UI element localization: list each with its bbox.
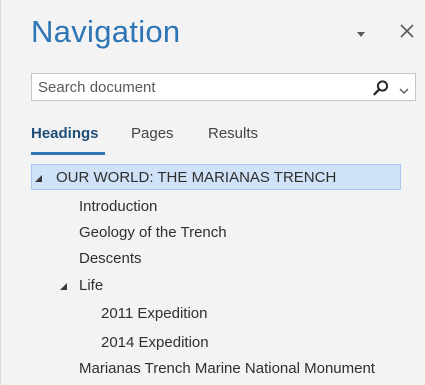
tree-item-label: OUR WORLD: THE MARIANAS TRENCH	[56, 169, 337, 186]
tab-pages[interactable]: Pages	[131, 125, 174, 142]
close-button[interactable]	[397, 20, 417, 42]
tree-item-label: 2014 Expedition	[101, 334, 209, 351]
active-tab-indicator	[31, 152, 105, 155]
chevron-down-icon	[399, 88, 409, 94]
magnifier-icon	[373, 80, 389, 96]
search-box	[31, 73, 416, 101]
search-options-button[interactable]	[398, 83, 410, 94]
tree-item-label: Geology of the Trench	[79, 224, 227, 241]
tree-item-our-world[interactable]: OUR WORLD: THE MARIANAS TRENCH	[31, 164, 401, 190]
expanded-triangle-icon[interactable]	[59, 282, 68, 291]
tree-item-label: Marianas Trench Marine National Monument	[79, 360, 375, 377]
close-icon	[400, 24, 414, 38]
search-button[interactable]	[372, 79, 390, 97]
tree-item-label: Descents	[79, 250, 142, 267]
expanded-triangle-icon[interactable]	[34, 174, 43, 183]
tree-item-label: 2011 Expedition	[101, 305, 208, 322]
pane-options-button[interactable]	[351, 26, 371, 42]
tab-results[interactable]: Results	[208, 125, 258, 142]
search-input[interactable]	[32, 74, 362, 100]
tab-headings[interactable]: Headings	[31, 125, 99, 142]
tree-item-label: Introduction	[79, 198, 158, 215]
pane-title: Navigation	[31, 14, 181, 49]
tree-item-label: Life	[79, 277, 104, 294]
triangle-down-icon	[357, 32, 365, 37]
navigation-pane: Navigation Headings Pages Results	[0, 0, 425, 385]
